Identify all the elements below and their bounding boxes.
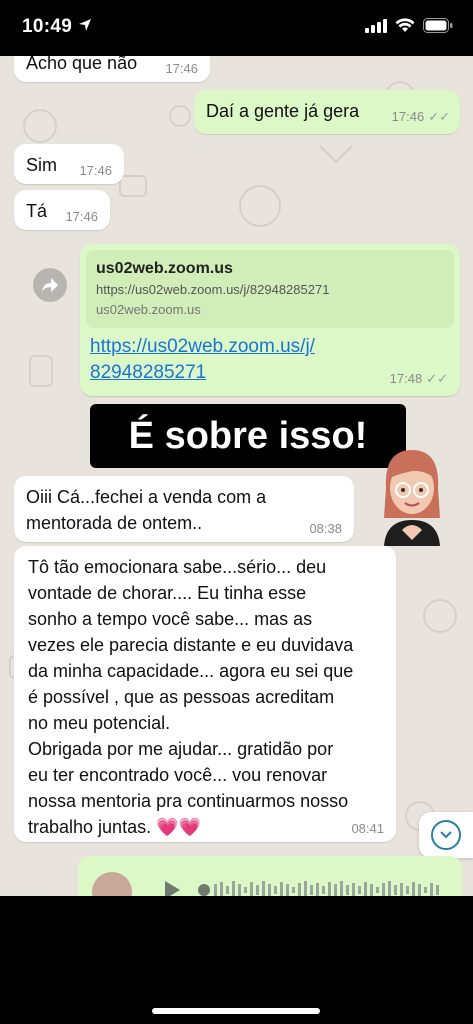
link-preview-url: https://us02web.zoom.us/j/82948285271: [96, 282, 330, 297]
link-preview-domain: us02web.zoom.us: [96, 302, 201, 317]
location-arrow-icon: [78, 18, 92, 37]
message-time: 08:38: [309, 521, 342, 536]
message-text: Tá: [26, 201, 48, 221]
message-time: 08:41: [351, 821, 384, 836]
message-line: Tô tão emocionara sabe...sério... deu: [28, 557, 327, 577]
message-line: sonho a tempo você sabe... mas as: [28, 609, 313, 629]
message-link[interactable]: us02web.zoom.us https://us02web.zoom.us/…: [80, 244, 460, 396]
voice-message[interactable]: [78, 856, 462, 896]
play-icon[interactable]: [162, 880, 182, 896]
message-line: vontade de chorar.... Eu tinha esse: [28, 583, 307, 603]
message-incoming[interactable]: Oiii Cá...fechei a venda com a mentorada…: [14, 476, 354, 542]
forward-arrow-icon: [42, 278, 58, 292]
message-line: vezes ele parecia distante e eu duvidava: [28, 635, 354, 655]
message-time: 17:46: [79, 163, 112, 178]
audio-waveform[interactable]: [198, 878, 448, 896]
message-line: no meu potencial.: [28, 713, 171, 733]
status-bar: 10:49: [0, 0, 473, 56]
message-incoming[interactable]: Tô tão emocionara sabe...sério... deu vo…: [14, 546, 396, 842]
message-incoming[interactable]: Acho que não 17:46: [14, 56, 210, 82]
message-line: nossa mentoria pra continuarmos nosso: [28, 791, 349, 811]
read-ticks-icon: ✓✓: [426, 371, 448, 386]
forward-button[interactable]: [33, 268, 67, 302]
wifi-icon: [395, 18, 415, 32]
status-time: 10:49: [22, 16, 73, 37]
voice-sender-avatar: [92, 872, 132, 896]
chevron-down-icon: [431, 820, 461, 850]
scroll-to-bottom-button[interactable]: [419, 812, 473, 858]
bottom-bar: [0, 896, 473, 1024]
message-text: mentorada de ontem..: [26, 513, 203, 533]
signal-icon: [365, 18, 387, 33]
read-ticks-icon: ✓✓: [428, 109, 450, 124]
message-text: Daí a gente já gera: [206, 101, 360, 121]
message-line: da minha capacidade... agora eu sei que: [28, 661, 354, 681]
home-indicator[interactable]: [152, 1008, 320, 1014]
link-preview[interactable]: us02web.zoom.us https://us02web.zoom.us/…: [86, 250, 454, 328]
message-line: trabalho juntas. 💗💗: [28, 817, 201, 837]
message-outgoing[interactable]: Daí a gente já gera 17:46 ✓✓: [194, 90, 460, 134]
message-line: eu ter encontrado você... vou renovar: [28, 765, 328, 785]
avatar-sticker: [378, 448, 446, 546]
chat-area[interactable]: Acho que não 17:46 Daí a gente já gera 1…: [0, 56, 473, 896]
message-link-text[interactable]: https://us02web.zoom.us/j/: [90, 334, 450, 360]
link-preview-title: us02web.zoom.us: [96, 260, 233, 277]
message-time: 17:48 ✓✓: [389, 371, 448, 386]
message-time: 17:46: [65, 209, 98, 224]
message-line: é possível , que as pessoas acreditam: [28, 687, 335, 707]
battery-icon: [423, 18, 453, 33]
message-text: Acho que não: [26, 56, 138, 73]
message-incoming[interactable]: Tá 17:46: [14, 190, 110, 230]
message-text: Oiii Cá...fechei a venda com a: [26, 487, 267, 507]
status-icons: [365, 18, 453, 33]
message-time: 17:46: [165, 61, 198, 76]
message-time: 17:46 ✓✓: [391, 109, 450, 124]
message-line: Obrigada por me ajudar... gratidão por: [28, 739, 334, 759]
message-incoming[interactable]: Sim 17:46: [14, 144, 124, 184]
overlay-caption: É sobre isso!: [90, 404, 406, 468]
message-text: Sim: [26, 155, 57, 175]
